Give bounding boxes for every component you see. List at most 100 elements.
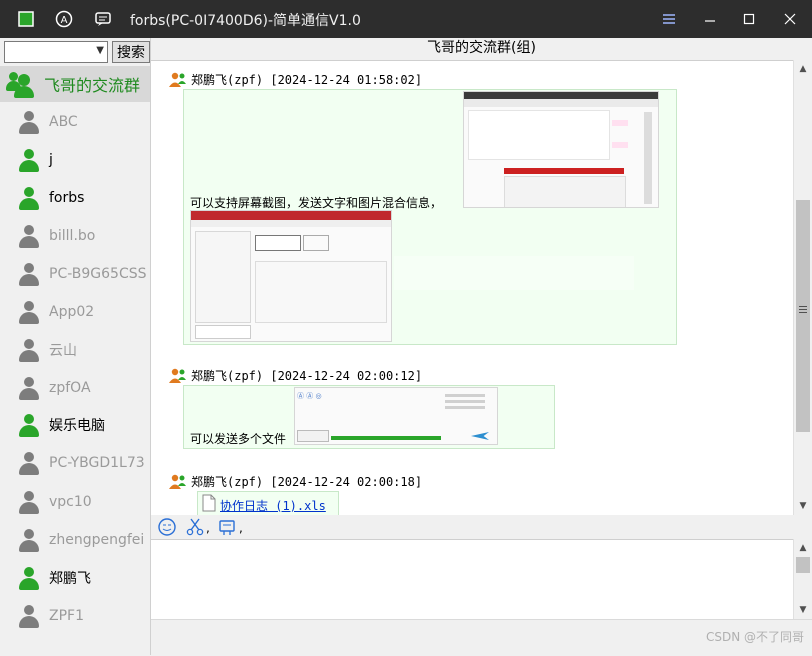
contact-item[interactable]: PC-YBGD1L73 [0, 444, 150, 482]
watermark: CSDN @不了同哥 [705, 630, 804, 644]
message-bubble: Ⓐ Ⓐ ◎ 可以发送多个文件 [183, 385, 555, 449]
avatar [17, 565, 41, 591]
screenshot-image[interactable] [463, 91, 659, 208]
message-bubble: 可以支持屏幕截图，发送文字和图片混合信息， [183, 89, 677, 345]
avatar [17, 603, 41, 629]
message-header-text: 郑鹏飞(zpf) [2024-12-24 01:58:02] [191, 73, 423, 87]
contact-label: 云山 [49, 343, 77, 359]
contact-item[interactable]: PC-B9G65CSS [0, 255, 150, 293]
contact-label: ABC [49, 114, 78, 130]
message-area[interactable]: 郑鹏飞(zpf) [2024-12-24 01:58:02] 可以支持屏幕截图，… [151, 60, 793, 553]
avatar [17, 185, 41, 211]
screenshot-image[interactable]: Ⓐ Ⓐ ◎ [294, 387, 498, 445]
chat-icon[interactable] [94, 10, 112, 28]
input-toolbar: , , [151, 515, 812, 539]
group-label: 飞哥的交流群 [44, 76, 141, 95]
chat-title: 飞哥的交流群(组) [427, 40, 536, 56]
contact-label: billl.bo [49, 228, 96, 244]
svg-text:A: A [61, 15, 68, 26]
scissors-icon[interactable] [185, 517, 205, 537]
message-header: 郑鹏飞(zpf) [2024-12-24 01:58:02] [169, 71, 422, 88]
window-title: forbs(PC-0I7400D6)-简单通信V1.0 [130, 13, 361, 29]
chevron-down-icon: ▼ [96, 45, 104, 56]
scroll-up-icon[interactable]: ▲ [794, 539, 812, 557]
emoji-icon[interactable] [157, 517, 177, 537]
minimize-icon[interactable] [697, 6, 723, 32]
tool-separator: , [239, 521, 243, 535]
chat-scrollbar[interactable]: ▲ ▼ [793, 60, 812, 515]
contact-item[interactable]: App02 [0, 293, 150, 331]
close-icon[interactable] [777, 6, 803, 32]
chat-panel: 飞哥的交流群(组) 郑鹏飞(zpf) [2024-12-24 01:58:02]… [151, 38, 812, 656]
scroll-thumb[interactable] [796, 200, 810, 432]
contact-item[interactable]: 郑鹏飞 [0, 559, 150, 597]
avatar [17, 109, 41, 135]
contact-item[interactable]: ZPF1 [0, 597, 150, 635]
contact-item[interactable]: zpfOA [0, 369, 150, 407]
message-bubble: 协作日志 (1).xls [197, 491, 339, 517]
avatar [17, 412, 41, 438]
contact-label: zpfOA [49, 380, 91, 396]
avatar [17, 375, 41, 401]
search-button[interactable]: 搜索 [112, 41, 150, 63]
sender-icon [169, 72, 187, 88]
contact-label: PC-B9G65CSS [49, 266, 147, 282]
title-bar: A forbs(PC-0I7400D6)-简单通信V1.0 [0, 0, 812, 38]
file-icon [202, 494, 216, 516]
group-icon [6, 69, 38, 99]
menu-icon[interactable] [656, 6, 682, 32]
file-link[interactable]: 协作日志 (1).xls [220, 497, 326, 514]
scroll-up-icon[interactable]: ▲ [794, 60, 812, 78]
screenshot-image[interactable] [190, 210, 392, 342]
avatar [17, 261, 41, 287]
contact-label: 娱乐电脑 [49, 418, 105, 434]
contact-item[interactable]: forbs [0, 179, 150, 217]
maximize-icon[interactable] [736, 6, 762, 32]
message-header: 郑鹏飞(zpf) [2024-12-24 02:00:12] [169, 367, 422, 384]
contact-item[interactable]: zhengpengfei [0, 521, 150, 559]
avatar [17, 223, 41, 249]
message-input[interactable] [151, 539, 793, 620]
input-scrollbar[interactable]: ▲ ▼ [793, 539, 812, 619]
message-text: 可以发送多个文件 [190, 432, 287, 446]
at-icon[interactable]: A [55, 10, 73, 28]
avatar [17, 527, 41, 553]
contact-item[interactable]: j [0, 141, 150, 179]
message-header: 郑鹏飞(zpf) [2024-12-24 02:00:18] [169, 473, 422, 490]
contact-label: zhengpengfei [49, 532, 145, 548]
group-item[interactable]: 飞哥的交流群 [0, 66, 150, 102]
contact-label: forbs [49, 190, 85, 206]
bottom-strip: CSDN @不了同哥 [151, 619, 812, 656]
contact-item[interactable]: vpc10 [0, 483, 150, 521]
contact-item[interactable]: 云山 [0, 331, 150, 369]
search-row: ▼ 搜索 [4, 41, 150, 63]
message-header-text: 郑鹏飞(zpf) [2024-12-24 02:00:12] [191, 369, 423, 383]
contact-label: j [49, 152, 53, 168]
scroll-down-icon[interactable]: ▼ [794, 601, 812, 619]
contact-label: vpc10 [49, 494, 92, 510]
avatar [17, 489, 41, 515]
contact-label: PC-YBGD1L73 [49, 455, 145, 471]
avatar [17, 450, 41, 476]
at-icon: Ⓐ Ⓐ ◎ [297, 392, 322, 400]
contact-item[interactable]: 娱乐电脑 [0, 406, 150, 444]
avatar [17, 337, 41, 363]
contact-item[interactable]: ABC [0, 103, 150, 141]
message-text: 可以支持屏幕截图，发送文字和图片混合信息， [190, 196, 443, 210]
sender-icon [169, 474, 187, 490]
contact-label: 郑鹏飞 [49, 571, 91, 587]
sender-icon [169, 368, 187, 384]
contact-label: App02 [49, 304, 95, 320]
contact-item[interactable]: billl.bo [0, 217, 150, 255]
app-icon[interactable] [17, 10, 35, 28]
screenshot-icon[interactable] [217, 517, 237, 537]
scroll-down-icon[interactable]: ▼ [794, 497, 812, 515]
contact-label: ZPF1 [49, 608, 84, 624]
tool-separator: , [206, 521, 210, 535]
avatar [17, 299, 41, 325]
contact-sidebar: ▼ 搜索 飞哥的交流群 ABC j forbs billl.bo PC-B9G6… [0, 38, 151, 655]
avatar [17, 147, 41, 173]
message-header-text: 郑鹏飞(zpf) [2024-12-24 02:00:18] [191, 475, 423, 489]
scroll-thumb[interactable] [796, 557, 810, 573]
search-dropdown[interactable]: ▼ [4, 41, 108, 63]
